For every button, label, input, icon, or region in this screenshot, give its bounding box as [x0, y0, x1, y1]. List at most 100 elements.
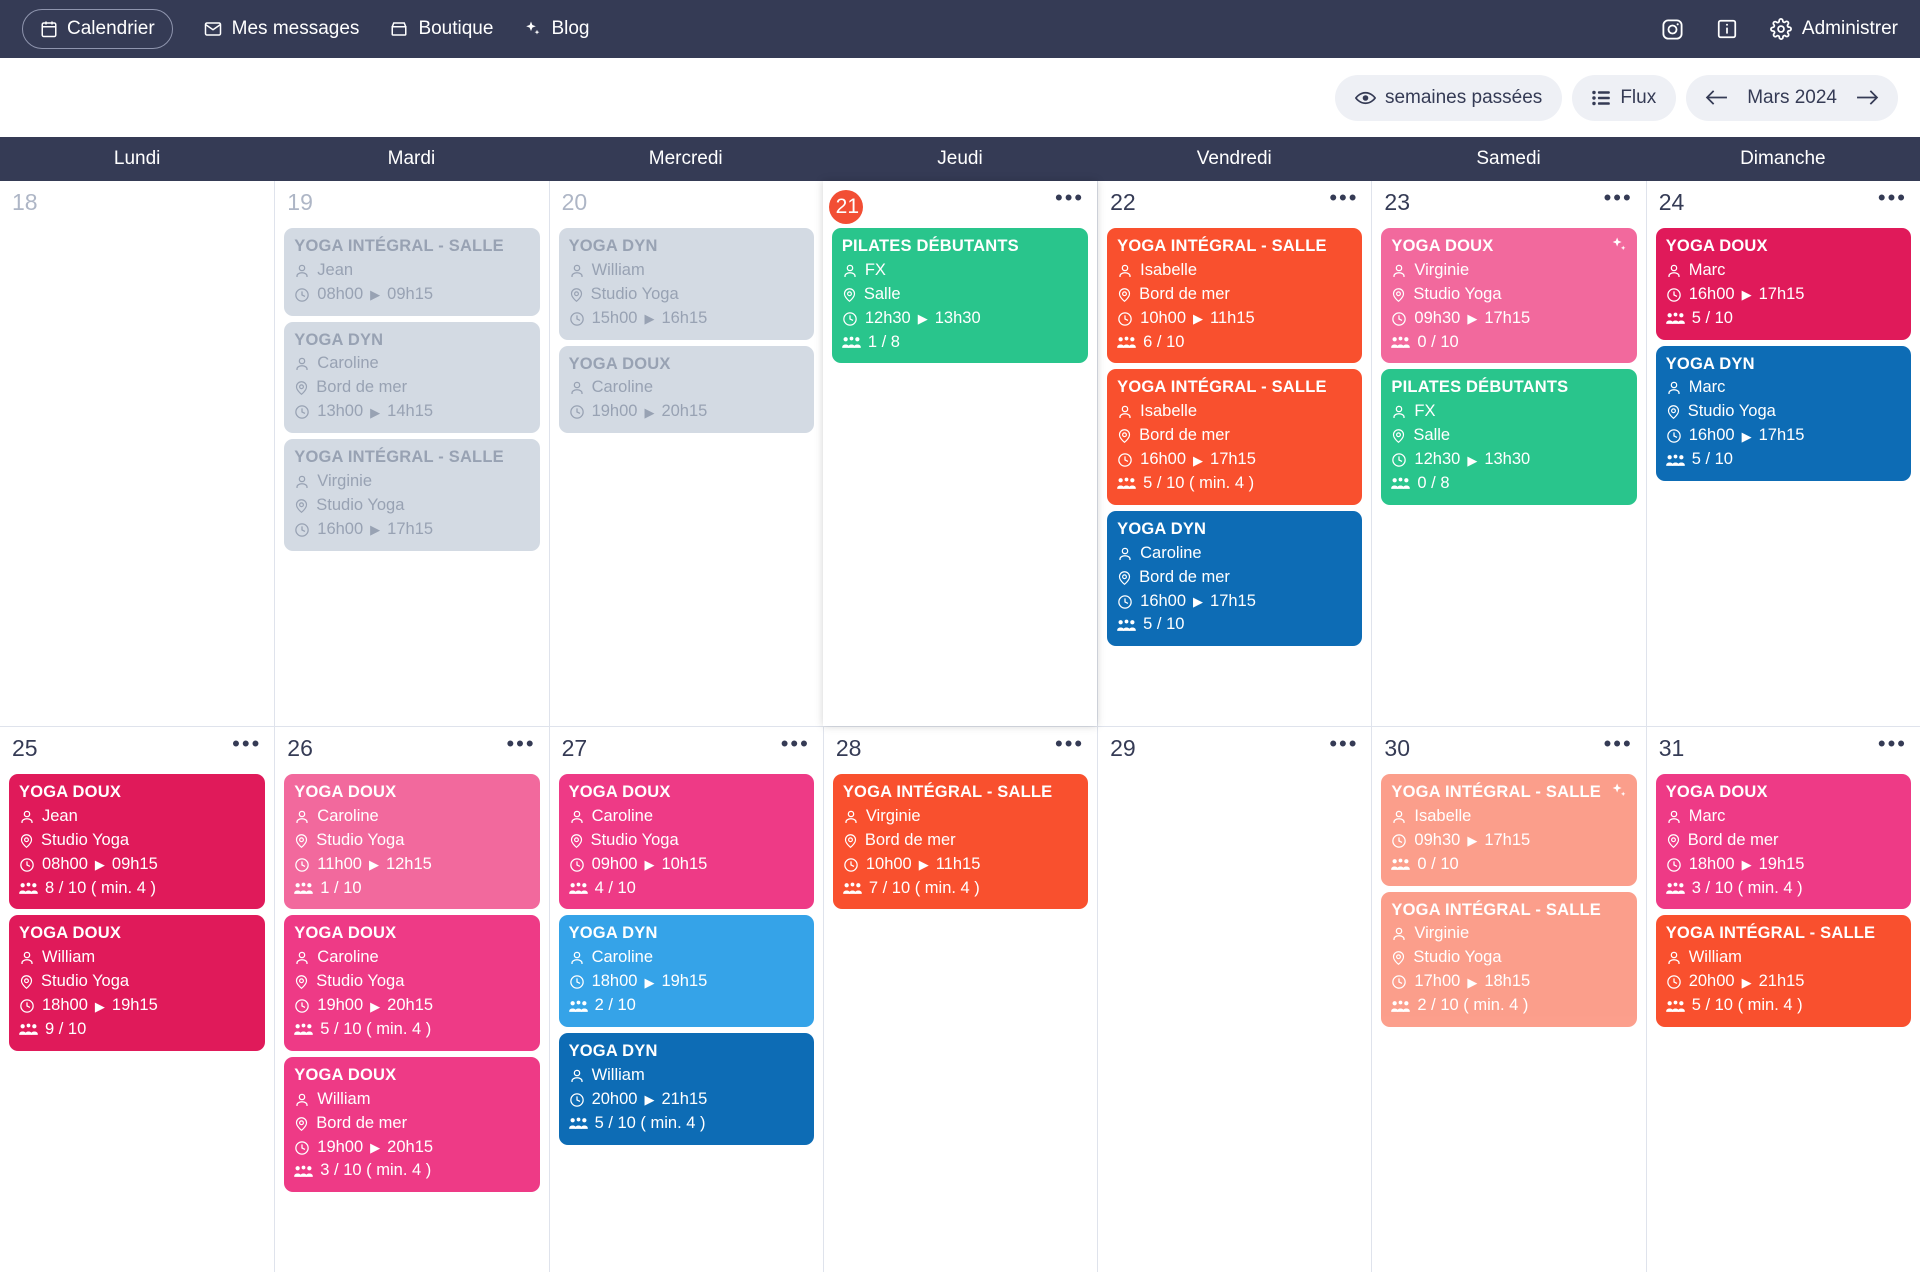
time-arrow-icon: ▶: [94, 857, 105, 873]
clock-icon: [1666, 428, 1682, 444]
event-time-row: 09h00 ▶ 10h15: [569, 853, 804, 877]
event-card[interactable]: YOGA DYN William Studio Yoga 15h00 ▶ 16h15: [558, 228, 814, 340]
nav-item-blog[interactable]: Blog: [523, 18, 589, 40]
event-end-time: 19h15: [111, 996, 158, 1015]
day-cell-header: 22 •••: [1107, 186, 1362, 224]
event-start-time: 16h00: [317, 519, 364, 538]
day-options-menu-icon[interactable]: •••: [1329, 732, 1362, 755]
person-icon: [842, 263, 858, 279]
event-card[interactable]: YOGA DYN William 20h00 ▶ 21h15 5 / 10 ( min. …: [558, 1033, 814, 1145]
event-card[interactable]: YOGA INTÉGRAL - SALLE Jean 08h00 ▶ 09h15: [284, 228, 540, 316]
event-end-time: 11h15: [1210, 308, 1255, 327]
time-arrow-icon: ▶: [644, 311, 655, 327]
day-options-menu-icon[interactable]: •••: [506, 732, 539, 755]
event-card[interactable]: YOGA DOUX Virginie Studio Yoga 09h30 ▶ 17h15 0…: [1381, 228, 1637, 364]
day-cell-27[interactable]: 27 ••• YOGA DOUX Caroline Studio Yoga 09h00 ▶ 1…: [548, 727, 823, 1272]
day-cell-28[interactable]: 28 ••• YOGA INTÉGRAL - SALLE Virginie Bord d…: [822, 727, 1098, 1272]
person-icon: [1666, 809, 1682, 825]
event-attendance-row: 7 / 10 ( min. 4 ): [843, 877, 1078, 901]
event-title: YOGA INTÉGRAL - SALLE: [842, 783, 1053, 801]
event-card[interactable]: YOGA DOUX Jean Studio Yoga 08h00 ▶ 09h15 8 / 1…: [9, 774, 266, 910]
event-start-time: 10h00: [865, 854, 912, 873]
day-cell-24[interactable]: 24 ••• YOGA DOUX Marc 16h00 ▶ 17h15 5 / 10 YOGA …: [1645, 181, 1920, 726]
event-card[interactable]: YOGA INTÉGRAL - SALLE Isabelle 09h30 ▶ 17h15…: [1381, 774, 1637, 886]
event-end-time: 09h15: [111, 854, 158, 873]
time-arrow-icon: ▶: [370, 1140, 381, 1156]
day-options-menu-icon[interactable]: •••: [1878, 732, 1911, 755]
event-teacher-row: Virginie: [1391, 259, 1626, 283]
day-cell-20[interactable]: 20 YOGA DYN William Studio Yoga 15h00 ▶ 16h15 Y…: [548, 181, 823, 726]
event-teacher: Virginie: [1414, 924, 1470, 943]
event-location: Studio Yoga: [41, 830, 130, 849]
day-cell-21[interactable]: 21 ••• PILATES DÉBUTANTS FX Salle 12h30 ▶ 13h30…: [822, 181, 1098, 726]
event-card[interactable]: YOGA DOUX William Studio Yoga 18h00 ▶ 19h15 9 …: [9, 915, 266, 1051]
event-card[interactable]: YOGA INTÉGRAL - SALLE Isabelle Bord de mer…: [1107, 228, 1363, 364]
clock-icon: [294, 287, 310, 303]
event-card[interactable]: YOGA DYN Caroline Bord de mer 13h00 ▶ 14h15: [284, 321, 540, 434]
event-teacher: Virginie: [865, 806, 921, 825]
nav-item-calendrier[interactable]: Calendrier: [22, 9, 173, 49]
event-card[interactable]: YOGA DOUX Caroline Studio Yoga 11h00 ▶ 12h15 1…: [284, 774, 540, 910]
event-start-time: 11h00: [317, 854, 362, 873]
event-card[interactable]: PILATES DÉBUTANTS FX Salle 12h30 ▶ 13h30 0 / 8: [1381, 369, 1637, 505]
day-cell-26[interactable]: 26 ••• YOGA DOUX Caroline Studio Yoga 11h00 ▶ 1…: [274, 727, 549, 1272]
event-card[interactable]: YOGA INTÉGRAL - SALLE Virginie Studio Yoga…: [284, 439, 540, 551]
event-teacher: Caroline: [591, 378, 654, 397]
event-card[interactable]: YOGA DOUX Marc Bord de mer 18h00 ▶ 19h15 3 / 1…: [1655, 774, 1911, 910]
day-cell-25[interactable]: 25 ••• YOGA DOUX Jean Studio Yoga 08h00 ▶ 09h15…: [0, 727, 275, 1272]
day-options-menu-icon[interactable]: •••: [781, 732, 814, 755]
event-card[interactable]: YOGA INTÉGRAL - SALLE Virginie Studio Yoga…: [1381, 891, 1637, 1028]
weekday-lundi: Lundi: [113, 148, 161, 169]
person-icon: [569, 950, 585, 966]
nav-item-mes-messages[interactable]: Mes messages: [203, 18, 359, 40]
instagram-icon[interactable]: [1661, 18, 1684, 41]
day-number: 19: [287, 189, 313, 215]
event-card[interactable]: YOGA INTÉGRAL - SALLE Isabelle Bord de mer…: [1107, 369, 1363, 505]
people-icon: [1665, 453, 1685, 468]
day-cell-29[interactable]: 29 •••: [1097, 727, 1372, 1272]
event-card[interactable]: YOGA DOUX William Bord de mer 19h00 ▶ 20h15 3 …: [284, 1056, 540, 1193]
event-start-time: 08h00: [317, 284, 364, 303]
event-teacher-row: FX: [842, 259, 1078, 283]
day-cell-18[interactable]: 18: [0, 181, 275, 726]
clock-icon: [19, 857, 35, 873]
administrer-button[interactable]: Administrer: [1769, 18, 1898, 40]
flux-button[interactable]: Flux: [1572, 74, 1677, 121]
event-time-row: 20h00 ▶ 21h15: [1666, 970, 1901, 994]
day-options-menu-icon[interactable]: •••: [232, 732, 265, 755]
arrow-right-icon[interactable]: [1855, 88, 1880, 107]
day-options-menu-icon[interactable]: •••: [1055, 186, 1088, 209]
past-weeks-toggle[interactable]: semaines passées: [1334, 74, 1563, 121]
event-card[interactable]: YOGA DYN Caroline 18h00 ▶ 19h15 2 / 10: [558, 915, 814, 1028]
day-options-menu-icon[interactable]: •••: [1329, 186, 1362, 209]
event-card[interactable]: YOGA DOUX Caroline Studio Yoga 19h00 ▶ 20h15 5…: [284, 915, 540, 1051]
event-time-row: 09h30 ▶ 17h15: [1391, 829, 1626, 853]
day-cell-23[interactable]: 23 ••• YOGA DOUX Virginie Studio Yoga 09h30 ▶ 1…: [1371, 181, 1646, 726]
event-card[interactable]: YOGA DYN Marc Studio Yoga 16h00 ▶ 17h15 5 / 10: [1655, 345, 1911, 482]
event-teacher-row: Caroline: [569, 946, 804, 970]
event-card[interactable]: YOGA INTÉGRAL - SALLE William 20h00 ▶ 21h15 5…: [1655, 915, 1911, 1028]
nav-item-boutique[interactable]: Boutique: [389, 18, 493, 40]
event-card[interactable]: YOGA DOUX Caroline 19h00 ▶ 20h15: [558, 345, 814, 434]
day-options-menu-icon[interactable]: •••: [1055, 732, 1088, 755]
day-cell-31[interactable]: 31 ••• YOGA DOUX Marc Bord de mer 18h00 ▶ 19h15…: [1645, 727, 1920, 1272]
event-attendance: 5 / 10 ( min. 4 ): [320, 1020, 432, 1039]
event-card[interactable]: YOGA INTÉGRAL - SALLE Virginie Bord de mer…: [832, 774, 1089, 910]
day-options-menu-icon[interactable]: •••: [1878, 186, 1911, 209]
location-pin-icon: [1391, 287, 1406, 303]
event-card[interactable]: PILATES DÉBUTANTS FX Salle 12h30 ▶ 13h30 1 / 8: [831, 228, 1089, 364]
event-card[interactable]: YOGA DOUX Caroline Studio Yoga 09h00 ▶ 10h15 4…: [558, 774, 814, 910]
info-icon[interactable]: [1716, 18, 1738, 40]
event-card[interactable]: YOGA DOUX Marc 16h00 ▶ 17h15 5 / 10: [1655, 228, 1911, 340]
event-start-time: 08h00: [42, 854, 88, 873]
arrow-left-icon[interactable]: [1704, 88, 1729, 107]
day-options-menu-icon[interactable]: •••: [1604, 186, 1637, 209]
event-end-time: 19h15: [1758, 854, 1805, 873]
day-cell-30[interactable]: 30 ••• YOGA INTÉGRAL - SALLE Isabelle 09h30 ▶…: [1371, 727, 1646, 1272]
day-options-menu-icon[interactable]: •••: [1604, 732, 1637, 755]
day-events-list: YOGA INTÉGRAL - SALLE Jean 08h00 ▶ 09h15 YOGA…: [284, 228, 540, 551]
event-card[interactable]: YOGA DYN Caroline Bord de mer 16h00 ▶ 17h15 5 …: [1107, 510, 1363, 647]
day-cell-22[interactable]: 22 ••• YOGA INTÉGRAL - SALLE Isabelle Bord d…: [1097, 181, 1372, 726]
people-icon: [1117, 335, 1136, 350]
day-cell-19[interactable]: 19 YOGA INTÉGRAL - SALLE Jean 08h00 ▶ 09h15 YO…: [274, 181, 549, 726]
